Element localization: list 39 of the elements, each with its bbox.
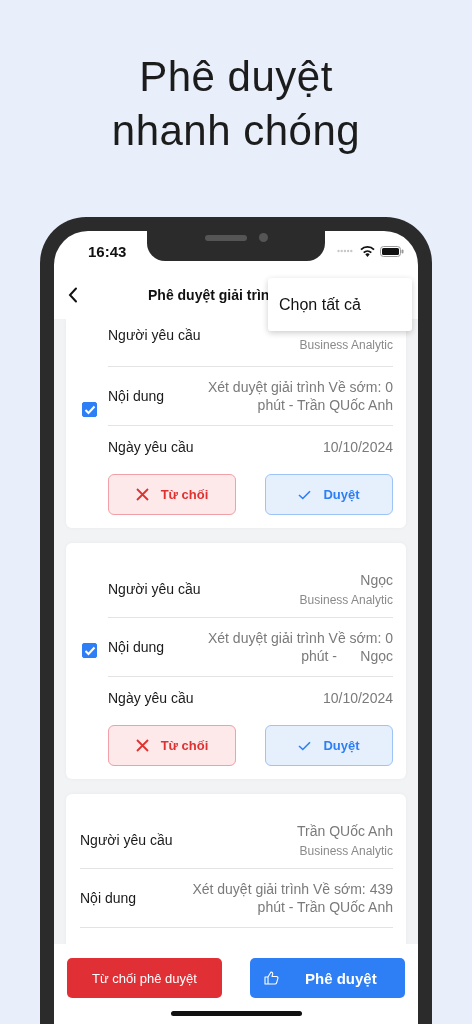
approve-button[interactable]: Duyệt bbox=[265, 725, 393, 766]
field-label: Ngày yêu cầu bbox=[108, 689, 194, 706]
requester-name: Trần QUốc Anh bbox=[297, 822, 393, 840]
request-content: Xét duyệt giải trình Về sớm: 439 phút - Trần QUốc Anh bbox=[191, 880, 393, 916]
check-icon bbox=[298, 740, 312, 751]
request-content: Xét duyệt giải trình Về sớm: 0 phút - Ngọc bbox=[206, 629, 393, 665]
checkbox[interactable] bbox=[82, 643, 97, 658]
request-content: Xét duyệt giải trình Về sớm: 0 phút - Trần QUốc Anh bbox=[206, 378, 393, 414]
reject-all-button[interactable]: Từ chối phê duyệt bbox=[67, 958, 222, 998]
reject-button[interactable]: Từ chối bbox=[108, 474, 236, 515]
requester-role: Business Analytic bbox=[299, 844, 393, 858]
requester-role: Business Analytic bbox=[299, 593, 393, 607]
approve-button[interactable]: Duyệt bbox=[265, 474, 393, 515]
battery-icon bbox=[380, 245, 404, 257]
requester-name: Ngọc bbox=[360, 571, 393, 589]
status-time: 16:43 bbox=[88, 242, 127, 260]
field-label: Nội dung bbox=[108, 639, 165, 655]
requester-role: Business Analytic bbox=[299, 338, 393, 352]
headline: Phê duyệt nhanh chóng bbox=[111, 51, 361, 156]
field-label: Nội dung bbox=[80, 890, 137, 906]
request-date: 10/10/2024 bbox=[322, 688, 393, 707]
close-icon bbox=[135, 488, 149, 501]
thumbs-up-icon bbox=[264, 971, 279, 985]
approve-all-button[interactable]: Phê duyệt bbox=[250, 958, 405, 998]
signal-icon bbox=[337, 249, 353, 253]
field-label: Nội dung bbox=[108, 388, 165, 404]
field-label: Người yêu cầu bbox=[108, 581, 201, 597]
field-label: Người yêu cầu bbox=[80, 832, 173, 848]
wifi-icon bbox=[360, 245, 375, 257]
reject-button[interactable]: Từ chối bbox=[108, 725, 236, 766]
field-label: Người yêu cầu bbox=[108, 327, 201, 343]
field-label: Ngày yêu cầu bbox=[108, 438, 194, 455]
request-date: 10/10/2024 bbox=[322, 437, 393, 456]
check-icon bbox=[298, 489, 312, 500]
close-icon bbox=[135, 739, 149, 752]
back-icon[interactable] bbox=[68, 287, 78, 303]
menu-item[interactable]: Chọn tất cả bbox=[268, 295, 361, 314]
screen-title: Phê duyệt giải trìn bbox=[148, 287, 270, 303]
checkbox[interactable] bbox=[82, 402, 97, 417]
